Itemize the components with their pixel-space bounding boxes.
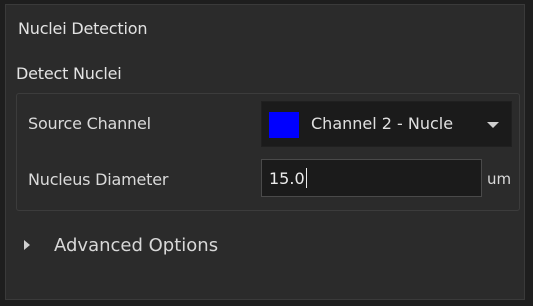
group-title: Detect Nuclei [16,64,122,83]
nucleus-diameter-value: 15.0 [269,168,305,188]
nucleus-diameter-input[interactable]: 15.0 [261,159,482,197]
nucleus-diameter-label: Nucleus Diameter [28,170,169,189]
text-cursor [305,168,307,188]
triangle-right-icon [24,240,30,250]
panel-title: Nuclei Detection [18,19,148,38]
diameter-unit-label: um [487,170,512,188]
source-channel-dropdown[interactable]: Channel 2 - Nucle [261,101,512,147]
advanced-options-label: Advanced Options [54,234,219,256]
chevron-down-icon [487,122,499,128]
channel-color-swatch [269,112,299,138]
source-channel-selected: Channel 2 - Nucle [311,114,454,133]
advanced-options-toggle[interactable]: Advanced Options [24,232,218,258]
source-channel-label: Source Channel [28,114,151,133]
